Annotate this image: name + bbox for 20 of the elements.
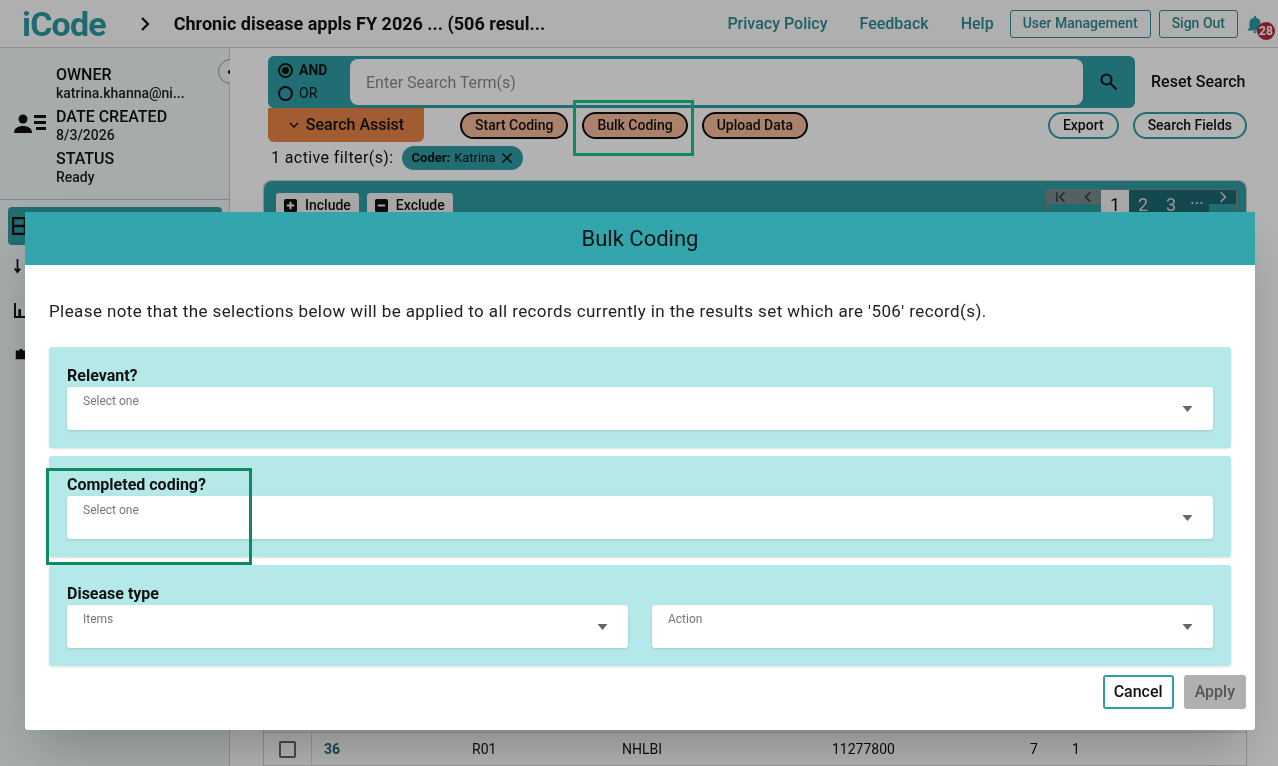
dialog-title: Bulk Coding <box>25 212 1255 265</box>
table-cell-text: 1 <box>1072 739 1081 759</box>
filter-chip: Coder: Katrina <box>401 146 524 170</box>
field-value: Ready <box>56 167 96 186</box>
section-title: Disease type <box>67 584 160 603</box>
field-label: OWNER <box>56 65 113 84</box>
table-cell-text: 7 <box>1030 739 1039 759</box>
table-cell-text: 11277800 <box>832 739 896 759</box>
page-title: Chronic disease appls FY 2026 ... (506 resul... <box>173 12 546 36</box>
dialog-note: Please note that the selections below will be applied to all records currently in the results set which are '506' record(s). <box>49 300 988 323</box>
table-cell-text: NHLBI <box>622 739 664 759</box>
notification-badge: 28 <box>1257 21 1275 40</box>
section-title: Completed coding? <box>67 475 207 494</box>
field-label: DATE CREATED <box>56 107 169 126</box>
field-label: STATUS <box>56 149 116 168</box>
field-value: 8/3/2026 <box>56 125 116 144</box>
section-title: Relevant? <box>67 366 139 385</box>
filter-count-text: 1 active filter(s): <box>271 147 394 169</box>
field-value: katrina.khanna@ni... <box>56 83 185 102</box>
table-cell-text: R01 <box>472 739 498 759</box>
